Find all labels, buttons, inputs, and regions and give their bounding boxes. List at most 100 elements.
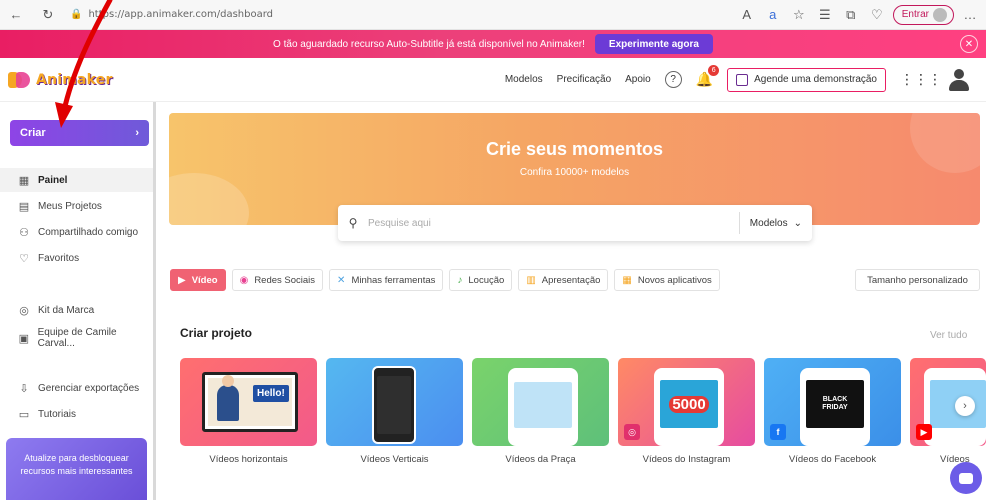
custom-size-button[interactable]: Tamanho personalizado (855, 269, 980, 291)
read-aloud-icon[interactable]: A (737, 5, 757, 25)
chevron-down-icon: ⌄ (793, 217, 802, 229)
team-icon: ▣ (18, 332, 30, 345)
shared-icon: ⚇ (19, 226, 29, 239)
address-bar[interactable]: 🔒 https://app.animaker.com/dashboard (70, 4, 680, 26)
sidebar-item-label: Painel (38, 174, 68, 186)
signin-button[interactable]: Entrar (892, 4, 954, 25)
tab-label: Novos aplicativos (637, 274, 712, 286)
sidebar: Criar › ▦ Painel ▤ Meus Projetos ⚇ Compa… (0, 102, 156, 500)
youtube-icon: ▶ (916, 424, 932, 440)
card-instagram-videos[interactable]: 5000 ◎ (618, 358, 755, 446)
sidebar-item-favorites[interactable]: ♡ Favoritos (0, 246, 153, 270)
close-icon[interactable]: ✕ (960, 35, 978, 53)
thumb-text: Hello! (253, 385, 289, 402)
lock-icon: 🔒 (70, 9, 83, 20)
logo-text: Animaker (36, 71, 113, 88)
book-demo-button[interactable]: Agende uma demonstração (727, 67, 886, 92)
collections-icon[interactable]: ⧉ (841, 5, 861, 25)
back-icon[interactable]: ← (6, 5, 26, 25)
help-icon[interactable]: ? (664, 71, 682, 88)
favorite-icon[interactable]: ☆ (789, 5, 809, 25)
more-icon[interactable]: … (960, 5, 980, 25)
signin-label: Entrar (901, 9, 929, 20)
sidebar-item-label: Kit da Marca (38, 304, 95, 316)
microphone-icon: ♪ (457, 274, 463, 286)
template-search: ⚲ Modelos ⌄ (338, 205, 812, 241)
phone-thumbnail (372, 366, 416, 444)
notification-badge: 6 (708, 65, 720, 76)
video-icon: ▶ (178, 274, 186, 286)
sidebar-item-team[interactable]: ▣ Equipe de Camile Carval... (0, 326, 153, 350)
presentation-icon: ▥ (526, 274, 536, 286)
hero-subtitle: Confira 10000+ modelos (519, 167, 630, 178)
tab-label: Minhas ferramentas (351, 274, 436, 286)
extensions-icon[interactable]: ♡ (867, 5, 887, 25)
tools-icon: ✕ (337, 274, 346, 286)
card-square-videos[interactable] (472, 358, 609, 446)
upgrade-banner[interactable]: Atualize para desbloquear recursos mais … (6, 438, 147, 500)
see-all-link[interactable]: Ver tudo (930, 330, 967, 341)
hero-title: Crie seus momentos (485, 139, 664, 159)
card-label: Vídeos da Praça (505, 454, 576, 465)
sidebar-item-brand-kit[interactable]: ◎ Kit da Marca (0, 298, 153, 322)
sidebar-item-dashboard[interactable]: ▦ Painel (0, 168, 153, 192)
tab-video[interactable]: ▶ Vídeo (170, 269, 226, 291)
search-scope-dropdown[interactable]: Modelos ⌄ (738, 212, 812, 234)
chevron-right-icon: › (135, 127, 139, 139)
phone-thumbnail: 5000 (654, 368, 724, 446)
tutorial-icon: ▭ (18, 408, 30, 421)
tab-social[interactable]: ◉ Redes Sociais (231, 269, 324, 291)
try-now-button[interactable]: Experimente agora (594, 34, 713, 54)
tab-label: Vídeo (191, 274, 218, 286)
card-vertical-videos[interactable] (326, 358, 463, 446)
card-youtube-videos[interactable]: ▶ (910, 358, 986, 446)
sidebar-item-label: Favoritos (38, 252, 80, 264)
card-horizontal-videos[interactable]: Hello! (180, 358, 317, 446)
nav-pricing[interactable]: Precificação (557, 74, 611, 85)
sidebar-item-my-projects[interactable]: ▤ Meus Projetos (0, 194, 153, 218)
card-label: Vídeos Verticais (360, 454, 429, 465)
search-input[interactable] (368, 217, 739, 229)
tab-new-apps[interactable]: ▦ Novos aplicativos (614, 269, 720, 291)
profile-icon (933, 7, 947, 22)
calendar-icon (736, 73, 749, 86)
logo-mark (8, 68, 32, 92)
favorites-bar-icon[interactable]: ☰ (815, 5, 835, 25)
category-tabs: ▶ Vídeo ◉ Redes Sociais ✕ Minhas ferrame… (170, 269, 720, 291)
brand-kit-icon: ◎ (19, 304, 29, 317)
carousel-next-icon[interactable]: › (955, 396, 975, 416)
tab-presentation[interactable]: ▥ Apresentação (518, 269, 609, 291)
card-label: Vídeos horizontais (209, 454, 288, 465)
logo[interactable]: Animaker (8, 68, 113, 92)
url-text: https://app.animaker.com/dashboard (88, 9, 273, 20)
header-nav: Modelos Precificação Apoio ? 🔔 6 Agende … (505, 65, 886, 92)
tab-my-tools[interactable]: ✕ Minhas ferramentas (329, 269, 444, 291)
browser-actions: A a ☆ ☰ ⧉ ♡ Entrar … (737, 4, 986, 25)
app-header: Animaker Modelos Precificação Apoio ? 🔔 … (0, 58, 986, 102)
user-avatar-icon[interactable] (946, 67, 972, 93)
tab-voiceover[interactable]: ♪ Locução (449, 269, 513, 291)
card-facebook-videos[interactable]: BLACK FRIDAY f (764, 358, 901, 446)
export-icon: ⇩ (19, 382, 29, 395)
translate-icon[interactable]: a (763, 5, 783, 25)
sidebar-item-label: Tutoriais (38, 408, 76, 420)
apps-icon: ▦ (622, 274, 632, 286)
tab-label: Locução (468, 274, 505, 286)
create-button[interactable]: Criar › (10, 120, 149, 146)
phone-thumbnail: BLACK FRIDAY (800, 368, 870, 446)
laptop-thumbnail: Hello! (202, 372, 298, 432)
phone-thumbnail (508, 368, 578, 446)
nav-support[interactable]: Apoio (625, 74, 651, 85)
nav-models[interactable]: Modelos (505, 74, 543, 85)
dashboard-icon: ▦ (18, 174, 30, 187)
sidebar-item-label: Meus Projetos (38, 200, 102, 212)
notification-bell-icon[interactable]: 🔔 6 (696, 65, 720, 88)
reload-icon[interactable]: ↻ (38, 5, 58, 25)
card-label: Vídeos (940, 454, 970, 465)
sidebar-item-tutorials[interactable]: ▭ Tutoriais (0, 402, 153, 426)
sidebar-item-exports[interactable]: ⇩ Gerenciar exportações (0, 376, 153, 400)
chat-support-icon[interactable] (950, 462, 982, 494)
apps-grid-icon[interactable]: ⋮⋮⋮ (900, 71, 942, 88)
sidebar-item-shared[interactable]: ⚇ Compartilhado comigo (0, 220, 153, 244)
browser-toolbar: ← ↻ 🔒 https://app.animaker.com/dashboard… (0, 0, 986, 30)
